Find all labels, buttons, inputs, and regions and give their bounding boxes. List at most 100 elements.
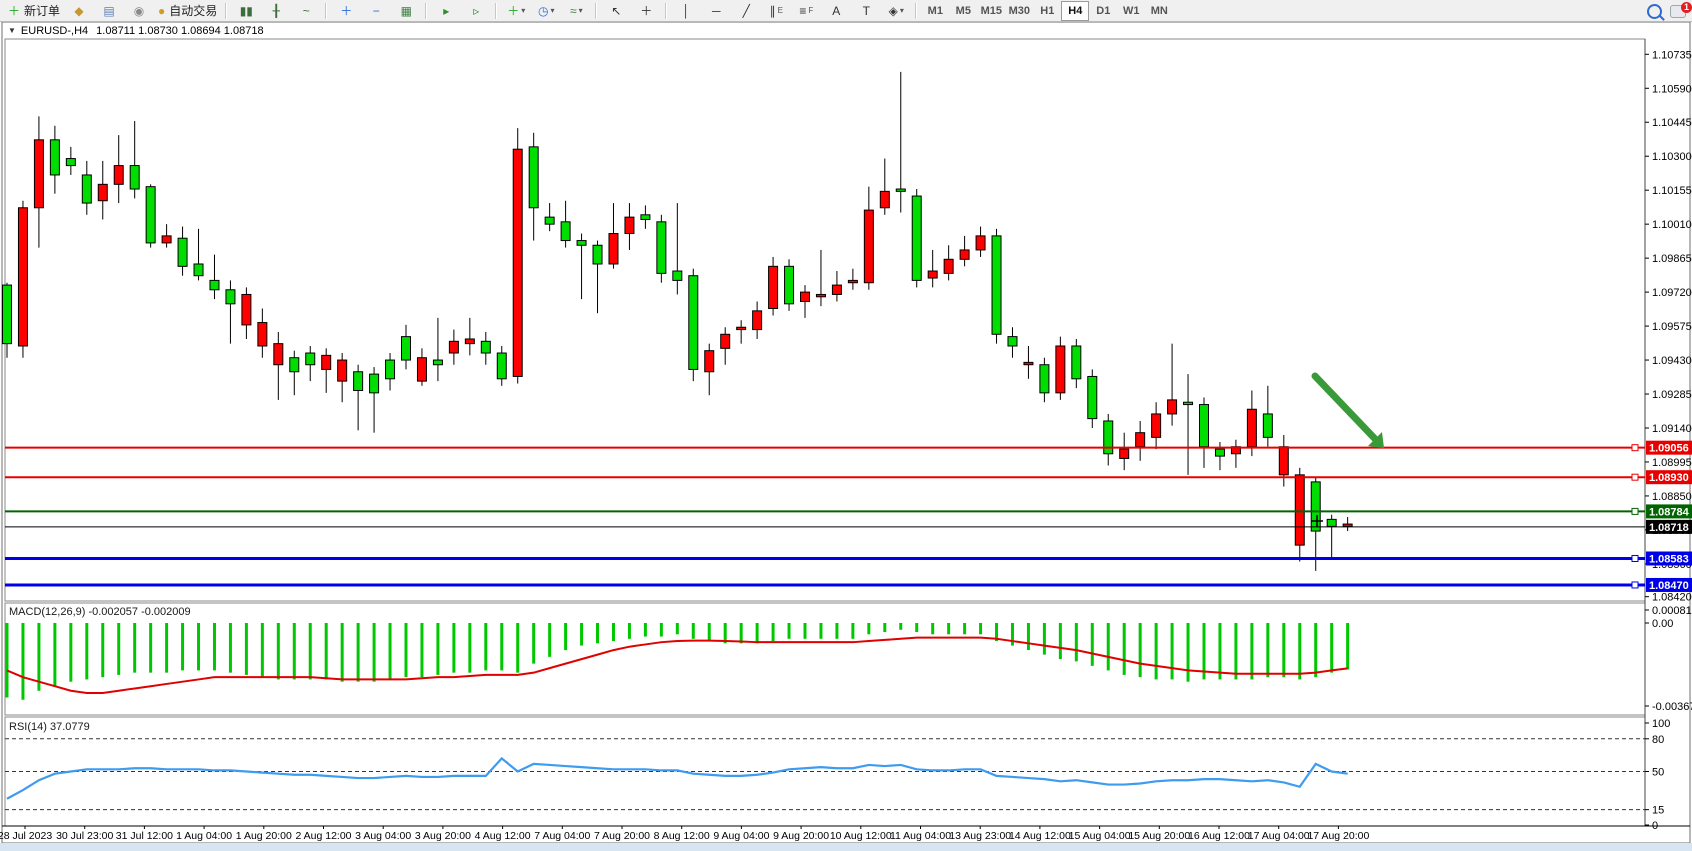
signal-icon: ◉ [134,5,144,17]
zoom-in-icon: ＋ [340,5,352,17]
fibonacci-button[interactable]: ≡F [791,0,821,22]
candle [976,236,985,250]
indicators-dropdown[interactable]: ≈▾ [561,0,591,22]
auto-scroll-icon: ▸ [443,5,449,17]
crosshair-button[interactable]: ＋ [631,0,661,22]
chart-shift-button[interactable]: ▹ [461,0,491,22]
candle [130,166,139,189]
support-line-blue-2-price-tag-label: 1.08470 [1649,580,1689,592]
timeframe-M15[interactable]: M15 [977,1,1005,21]
bar-chart-button[interactable]: ▮▮ [231,0,261,22]
vertical-line-button[interactable]: │ [671,0,701,22]
cursor-button[interactable]: ↖ [601,0,631,22]
auto-scroll-button[interactable]: ▸ [431,0,461,22]
objects-group: │─╱∥E≡FAT◈▾ [671,0,911,22]
candle [34,140,43,208]
line-chart-button[interactable]: ~ [291,0,321,22]
indicator-wave-icon: ≈ [570,5,577,17]
timeframe-W1[interactable]: W1 [1117,1,1145,21]
timeframe-M1[interactable]: M1 [921,1,949,21]
toolbar-separator [495,3,497,19]
resistance-line-1-handle[interactable] [1632,445,1638,451]
zoom-out-button[interactable]: − [361,0,391,22]
timeframe-H1[interactable]: H1 [1033,1,1061,21]
y-axis-tick-label: 1.10010 [1652,219,1692,231]
time-axis-label: 7 Aug 20:00 [594,830,650,842]
text-button[interactable]: A [821,0,851,22]
printer-icon: ▤ [103,5,114,17]
autotrade-button-label: 自动交易 [169,2,217,19]
support-line-blue-1-handle[interactable] [1632,555,1638,561]
timeframe-H4[interactable]: H4 [1061,1,1089,21]
candle [545,217,554,224]
chart-title-bar: ▼ EURUSD-,H4 1.08711 1.08730 1.08694 1.0… [4,23,1688,38]
candle [178,238,187,266]
toolbar-separator [325,3,327,19]
trendline-button[interactable]: ╱ [731,0,761,22]
arrows-dropdown[interactable]: ◈▾ [881,0,911,22]
candle [1104,421,1113,454]
macd-axis-label: 0.00 [1652,618,1673,630]
autotrade-button[interactable]: ● 自动交易 [154,0,221,22]
equidistant-channel-icon-sub: E [778,6,783,15]
period-dropdown[interactable]: ◷▾ [531,0,561,22]
candle [370,374,379,393]
candle [1200,405,1209,447]
signal-button[interactable]: ◉ [124,0,154,22]
time-axis-label: 4 Aug 12:00 [475,830,531,842]
toolbar-separator [425,3,427,19]
timeframe-MN[interactable]: MN [1145,1,1173,21]
candle [1247,409,1256,446]
candle [705,351,714,372]
time-axis-label: 9 Aug 04:00 [713,830,769,842]
y-axis-tick-label: 1.09865 [1652,253,1692,265]
zoom-out-icon: − [373,5,380,17]
equidistant-channel-icon: ∥ [770,5,776,17]
time-axis-label: 15 Aug 04:00 [1069,830,1131,842]
time-axis-label: 10 Aug 12:00 [830,830,892,842]
support-line-green-handle[interactable] [1632,508,1638,514]
candle [386,360,395,379]
candle [593,245,602,264]
resistance-line-2-price-tag-label: 1.08930 [1649,472,1689,484]
horizontal-line-button[interactable]: ─ [701,0,731,22]
rsi-axis-label: 100 [1652,718,1670,730]
channel-button[interactable]: ∥E [761,0,791,22]
candle [354,372,363,391]
tile-windows-button[interactable]: ▦ [391,0,421,22]
candle [258,323,267,346]
text-label-button[interactable]: T [851,0,881,22]
candle [1056,346,1065,393]
candle [66,159,75,166]
support-line-blue-2-handle[interactable] [1632,582,1638,588]
candle [625,217,634,233]
time-axis-label: 11 Aug 04:00 [890,830,951,842]
new-order-button[interactable]: ＋新订单 [4,0,64,22]
zoom-in-button[interactable]: ＋ [331,0,361,22]
candle [1152,414,1161,437]
candle [449,341,458,353]
chart-print-button[interactable]: ▤ [94,0,124,22]
candle [290,358,299,372]
autotrade-pot-icon: ● [158,5,165,17]
candle [497,353,506,379]
timeframe-M5[interactable]: M5 [949,1,977,21]
seal-button[interactable]: ◆ [64,0,94,22]
chart-canvas: 1.107351.105901.104451.103001.101551.100… [0,0,1692,851]
search-icon[interactable] [1647,4,1662,19]
timeframe-M30[interactable]: M30 [1005,1,1033,21]
candle [1136,433,1145,447]
candle [417,358,426,381]
y-axis-tick-label: 1.10445 [1652,117,1692,129]
plus-chart-icon: ＋ [507,5,519,17]
resistance-line-2-handle[interactable] [1632,474,1638,480]
time-axis-label: 30 Jul 23:00 [56,830,113,842]
toolbar-separator [595,3,597,19]
chevron-down-icon[interactable]: ▼ [8,26,16,35]
candle-chart-button[interactable]: ╂ [261,0,291,22]
new-chart-dropdown[interactable]: ＋▾ [501,0,531,22]
timeframe-D1[interactable]: D1 [1089,1,1117,21]
notifications-icon[interactable]: 1 [1670,5,1686,18]
candle [82,175,91,203]
toolbar-separator [225,3,227,19]
